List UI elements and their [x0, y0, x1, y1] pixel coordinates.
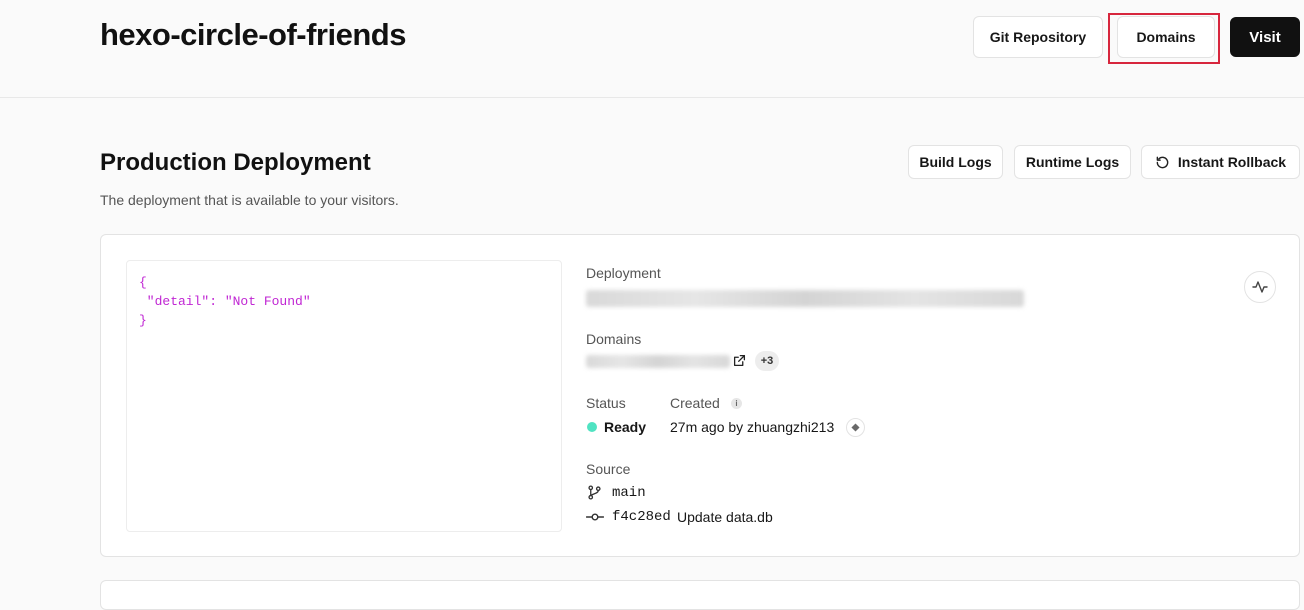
visit-button[interactable]: Visit [1230, 17, 1300, 57]
external-link-icon[interactable] [733, 354, 746, 367]
rollback-label: Instant Rollback [1177, 154, 1287, 170]
git-repository-button[interactable]: Git Repository [973, 16, 1103, 58]
deployment-url-redacted[interactable] [586, 290, 1024, 307]
json-line: { [139, 275, 147, 290]
branch-name[interactable]: main [612, 485, 646, 501]
user-avatar-icon[interactable] [846, 418, 865, 437]
section-description: The deployment that is available to your… [100, 192, 399, 208]
json-line: } [139, 313, 147, 328]
git-commit-icon [586, 510, 604, 524]
domains-label: Domains [586, 331, 642, 347]
git-branch-icon [587, 485, 602, 500]
top-bar: hexo-circle-of-friends Git Repository Do… [0, 0, 1304, 98]
source-label: Source [586, 461, 631, 477]
created-label: Created [670, 395, 720, 411]
status-dot [587, 422, 597, 432]
status-value: Ready [604, 419, 647, 435]
deployment-label: Deployment [586, 265, 661, 281]
rollback-icon [1155, 155, 1170, 170]
domains-count-badge[interactable]: +3 [755, 351, 779, 371]
instant-rollback-button[interactable]: Instant Rollback [1141, 145, 1300, 179]
deployment-card: { "detail": "Not Found" } Deployment Dom… [100, 234, 1300, 557]
activity-icon[interactable] [1244, 271, 1276, 303]
section-title: Production Deployment [100, 149, 371, 176]
domain-link-redacted[interactable] [586, 355, 730, 368]
created-value: 27m ago by zhuangzhi213 [670, 419, 835, 435]
annotation-highlight-box [1108, 13, 1220, 64]
deployment-preview[interactable]: { "detail": "Not Found" } [126, 260, 562, 532]
build-logs-button[interactable]: Build Logs [908, 145, 1003, 179]
project-title: hexo-circle-of-friends [100, 17, 406, 52]
runtime-logs-button[interactable]: Runtime Logs [1014, 145, 1131, 179]
commit-message[interactable]: Update data.db [677, 509, 773, 525]
next-card [100, 580, 1300, 610]
commit-hash[interactable]: f4c28ed [612, 509, 671, 525]
json-line: "detail": "Not Found" [139, 294, 311, 309]
info-icon[interactable]: i [731, 398, 742, 409]
status-label: Status [586, 395, 626, 411]
